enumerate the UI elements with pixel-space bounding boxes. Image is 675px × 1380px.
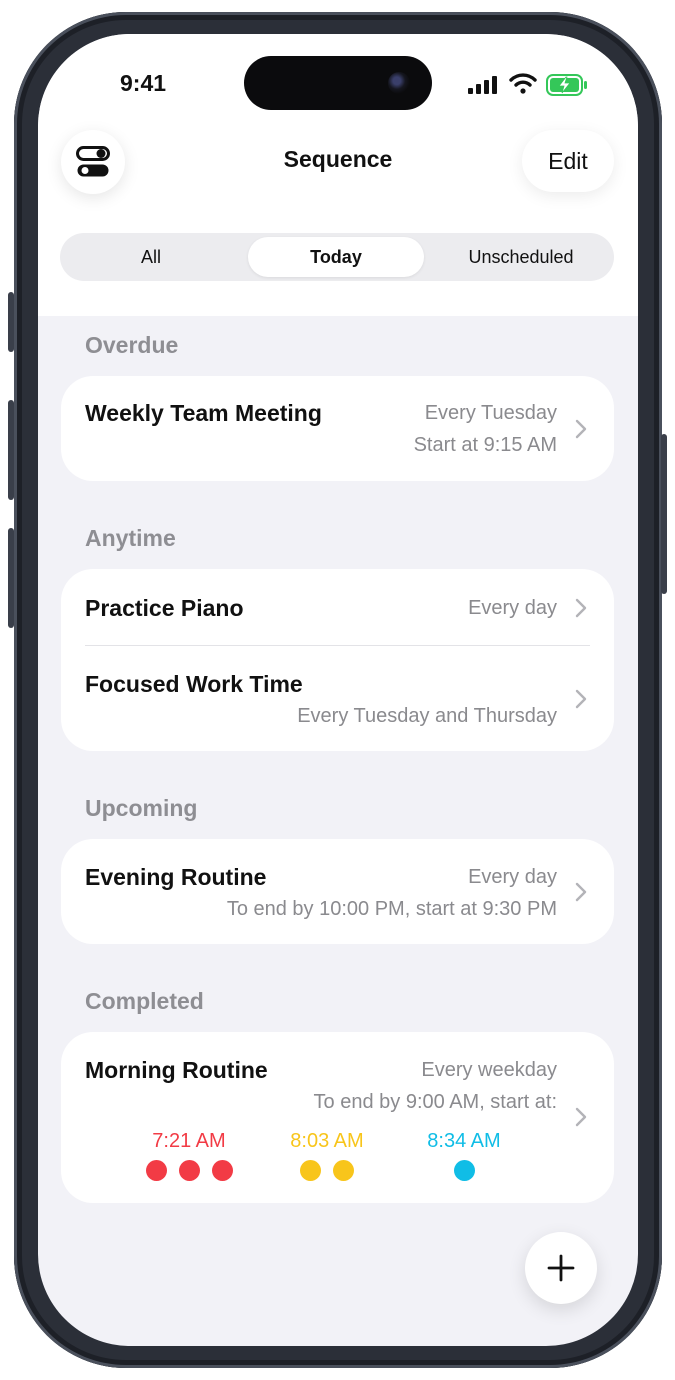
chevron-right-icon bbox=[575, 419, 587, 439]
session-dot bbox=[333, 1160, 354, 1181]
chevron-right-icon bbox=[575, 882, 587, 902]
item-schedule: Every Tuesday bbox=[424, 402, 557, 424]
item-detail: To end by 9:00 AM, start at: bbox=[313, 1091, 557, 1113]
chevron-right-icon bbox=[575, 689, 587, 709]
action-button bbox=[8, 292, 14, 352]
section-title-upcoming: Upcoming bbox=[85, 795, 198, 821]
filter-segmented-control: All Today Unscheduled bbox=[60, 233, 614, 281]
power-button bbox=[661, 434, 667, 594]
item-title: Weekly Team Meeting bbox=[85, 400, 322, 426]
section-title-completed: Completed bbox=[85, 988, 204, 1014]
wifi-icon bbox=[509, 73, 537, 94]
anytime-card: Practice Piano Every day Focused Work Ti… bbox=[61, 569, 614, 751]
session-dot bbox=[145, 1160, 167, 1181]
overdue-card: Weekly Team Meeting Every Tuesday Start … bbox=[61, 376, 614, 481]
start-time-label: 8:03 AM bbox=[290, 1130, 364, 1152]
list-item-morning-routine[interactable]: Morning Routine Every weekday To end by … bbox=[61, 1032, 614, 1203]
volume-up-button bbox=[8, 400, 14, 500]
list-item-focused-work-time[interactable]: Focused Work Time Every Tuesday and Thur… bbox=[61, 646, 614, 751]
item-detail: Start at 9:15 AM bbox=[413, 434, 557, 456]
camera-icon bbox=[388, 72, 410, 94]
start-time-label: 7:21 AM bbox=[152, 1130, 226, 1152]
item-schedule: Every Tuesday and Thursday bbox=[297, 705, 557, 727]
session-dot bbox=[300, 1160, 321, 1181]
screen: 9:41 Sequence Edit All Today Unscheduled… bbox=[38, 34, 638, 1346]
completed-card: Morning Routine Every weekday To end by … bbox=[61, 1032, 614, 1203]
dynamic-island bbox=[244, 56, 432, 110]
start-time-label: 8:34 AM bbox=[427, 1130, 501, 1152]
volume-down-button bbox=[8, 528, 14, 628]
upcoming-card: Evening Routine Every day To end by 10:0… bbox=[61, 839, 614, 944]
list-item-practice-piano[interactable]: Practice Piano Every day bbox=[61, 569, 614, 645]
tab-today[interactable]: Today bbox=[248, 237, 424, 277]
plus-icon bbox=[547, 1254, 575, 1282]
battery-charging-icon bbox=[546, 74, 587, 96]
section-title-overdue: Overdue bbox=[85, 332, 179, 358]
item-title: Focused Work Time bbox=[85, 671, 303, 697]
status-time: 9:41 bbox=[120, 70, 167, 96]
item-schedule: Every day bbox=[468, 866, 557, 888]
item-detail: To end by 10:00 PM, start at 9:30 PM bbox=[226, 898, 557, 920]
item-title: Morning Routine bbox=[85, 1057, 268, 1083]
item-schedule: Every day bbox=[468, 597, 557, 619]
session-dot bbox=[453, 1160, 475, 1181]
session-dot bbox=[211, 1160, 233, 1181]
cellular-signal-icon bbox=[468, 76, 497, 94]
chevron-right-icon bbox=[575, 1107, 587, 1127]
session-dot bbox=[178, 1160, 200, 1181]
section-title-anytime: Anytime bbox=[85, 525, 176, 551]
tab-unscheduled[interactable]: Unscheduled bbox=[432, 237, 610, 277]
header-area: 9:41 Sequence Edit All Today Unscheduled bbox=[38, 34, 638, 316]
chevron-right-icon bbox=[575, 598, 587, 618]
add-button[interactable] bbox=[525, 1232, 597, 1304]
item-schedule: Every weekday bbox=[421, 1059, 557, 1081]
list-item-weekly-team-meeting[interactable]: Weekly Team Meeting Every Tuesday Start … bbox=[61, 376, 614, 481]
list-item-evening-routine[interactable]: Evening Routine Every day To end by 10:0… bbox=[61, 839, 614, 944]
tab-all[interactable]: All bbox=[64, 237, 238, 277]
item-title: Practice Piano bbox=[85, 595, 244, 621]
item-title: Evening Routine bbox=[85, 864, 267, 890]
edit-button[interactable]: Edit bbox=[522, 130, 614, 192]
